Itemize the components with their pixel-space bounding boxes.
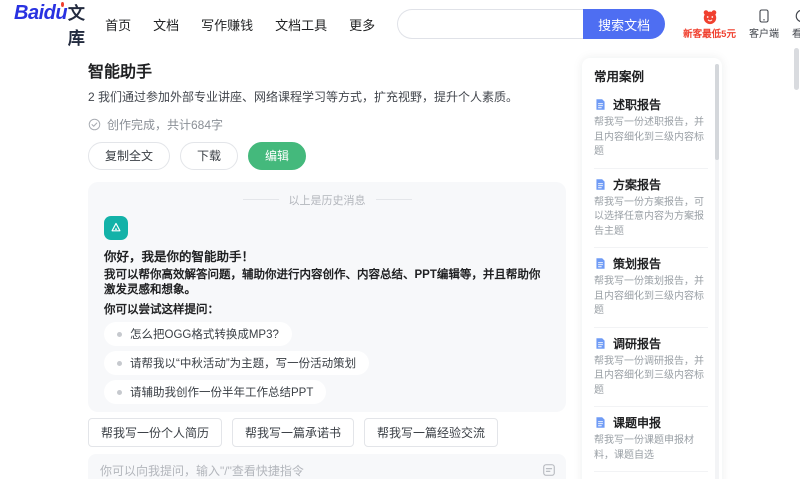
quick-chip-commitment-letter[interactable]: 帮我写一篇承诺书 (232, 418, 355, 448)
new-user-promo[interactable]: 新客最低5元 (683, 9, 736, 40)
case-item-research-report[interactable]: 调研报告 帮我写一份调研报告，并且内容细化到三级内容标题 (594, 328, 708, 407)
top-navigation-bar: Bai du 文库 首页 文档 写作赚钱 文档工具 更多 搜索文档 新客最低5元 (0, 0, 800, 48)
bullet-dot (117, 331, 122, 337)
sample-question-text: 请帮我以“中秋活动”为主题，写一份活动策划 (130, 358, 357, 371)
logo-accent-dot (61, 2, 64, 7)
sample-question-list: 怎么把OGG格式转换成MP3? 请帮我以“中秋活动”为主题，写一份活动策划 请辅… (104, 322, 550, 405)
header-right-actions: 新客最低5元 客户端 看过 (683, 8, 800, 40)
search-button[interactable]: 搜索文档 (583, 9, 666, 39)
case-list: 述职报告 帮我写一份述职报告，并且内容细化到三级内容标题 方案报告 帮我写一份方… (594, 89, 708, 479)
primary-nav: 首页 文档 写作赚钱 文档工具 更多 (105, 15, 375, 34)
page-body: 智能助手 2 我们通过参加外部专业讲座、网络课程学习等方式，扩充视野，提升个人素… (0, 48, 800, 479)
case-title: 策划报告 (613, 257, 662, 271)
case-item-project-application[interactable]: 课题申报 帮我写一份课题申报材料，课题自选 (594, 407, 708, 472)
bullet-dot (117, 389, 122, 395)
sample-question-text: 怎么把OGG格式转换成MP3? (130, 329, 279, 342)
sidebar-title: 常用案例 (594, 70, 645, 84)
clock-icon (795, 9, 800, 23)
case-desc: 帮我写一份调研报告，并且内容细化到三级内容标题 (594, 355, 704, 396)
bullet-dot (117, 360, 122, 366)
search-input[interactable] (397, 9, 584, 39)
check-circle-icon (88, 118, 101, 130)
case-desc: 帮我写一份方案报告，可以选择任意内容为方案报告主题 (594, 196, 704, 237)
document-icon (596, 337, 605, 349)
case-title: 方案报告 (613, 177, 662, 192)
client-entry[interactable]: 客户端 (749, 8, 779, 40)
divider-line-left (242, 199, 279, 201)
search-bar: 搜索文档 (397, 9, 666, 39)
nav-item-more[interactable]: 更多 (349, 15, 375, 34)
sample-question-ogg-to-mp3[interactable]: 怎么把OGG格式转换成MP3? (104, 322, 292, 347)
copy-all-button[interactable]: 复制全文 (88, 141, 171, 170)
sidebar-scrollbar-thumb[interactable] (715, 64, 719, 160)
client-label: 客户端 (748, 29, 779, 40)
promo-label: 新客最低5元 (683, 28, 736, 40)
document-icon (596, 258, 605, 269)
window-scrollbar-thumb[interactable] (794, 48, 799, 90)
seen-label: 看过 (791, 29, 800, 40)
assistant-logo-icon (111, 222, 121, 231)
document-icon (596, 178, 605, 190)
history-divider: 以上是历史消息 (104, 192, 550, 208)
case-title: 述职报告 (613, 98, 662, 112)
case-item-plan-report[interactable]: 方案报告 帮我写一份方案报告，可以选择任意内容为方案报告主题 (594, 169, 708, 248)
logo-text-bai: Bai (14, 2, 44, 24)
nav-item-write-to-earn[interactable]: 写作赚钱 (201, 15, 253, 34)
case-title: 课题申报 (613, 416, 662, 430)
welcome-hint: 你可以尝试这样提问： (104, 304, 219, 317)
quick-chip-row: 帮我写一份个人简历 帮我写一篇承诺书 帮我写一篇经验交流 (88, 418, 566, 448)
quick-chip-resume[interactable]: 帮我写一份个人简历 (88, 418, 223, 448)
composer: 0/400 (88, 454, 566, 479)
assistant-avatar (104, 215, 128, 240)
case-item-work-report[interactable]: 工作报告 帮我写一份工作报告，工作类型随机 (594, 472, 708, 479)
edit-button[interactable]: 编辑 (248, 141, 307, 170)
baidu-wenku-logo[interactable]: Bai du 文库 (14, 0, 87, 49)
logo-text-wenku: 文库 (67, 4, 85, 48)
history-divider-text: 以上是历史消息 (288, 194, 366, 207)
sample-question-midautumn-plan[interactable]: 请帮我以“中秋活动”为主题，写一份活动策划 (104, 351, 370, 376)
window-scrollbar[interactable] (794, 48, 799, 479)
sample-question-halfyear-ppt[interactable]: 请辅助我创作一份半年工作总结PPT (104, 380, 327, 405)
answer-action-buttons: 复制全文 下载 编辑 (88, 141, 566, 170)
page-title: 智能助手 (88, 64, 153, 81)
nav-item-documents[interactable]: 文档 (153, 15, 179, 34)
welcome-greeting: 你好，我是你的智能助手！ (104, 249, 255, 264)
sample-question-text: 请辅助我创作一份半年工作总结PPT (130, 387, 314, 400)
download-button[interactable]: 下载 (180, 141, 239, 170)
common-cases-sidebar: 常用案例 述职报告 帮我写一份述职报告，并且内容细化到三级内容标题 方案报告 帮… (582, 58, 722, 479)
case-desc: 帮我写一份策划报告，并且内容细化到三级内容标题 (594, 276, 704, 316)
promo-mascot-icon (703, 9, 716, 24)
previous-answer-tail: 2 我们通过参加外部专业讲座、网络课程学习等方式，扩充视野，提升个人素质。 (88, 90, 519, 104)
case-desc: 帮我写一份课题申报材料，课题自选 (594, 435, 694, 461)
quick-command-icon[interactable] (542, 463, 556, 477)
phone-icon (759, 9, 769, 23)
document-icon (596, 99, 605, 110)
case-desc: 帮我写一份述职报告，并且内容细化到三级内容标题 (594, 117, 704, 157)
case-item-planning-report[interactable]: 策划报告 帮我写一份策划报告，并且内容细化到三级内容标题 (594, 248, 708, 328)
assistant-main-panel: 智能助手 2 我们通过参加外部专业讲座、网络课程学习等方式，扩充视野，提升个人素… (88, 58, 566, 479)
nav-item-home[interactable]: 首页 (105, 15, 131, 34)
assistant-welcome-message: 你好，我是你的智能助手！ 我可以帮你高效解答问题，辅助你进行内容创作、内容总结、… (104, 215, 550, 405)
welcome-intro: 我可以帮你高效解答问题，辅助你进行内容创作、内容总结、PPT编辑等，并且帮助你激… (104, 268, 541, 296)
sidebar-scrollbar[interactable] (715, 64, 719, 479)
quick-chip-experience-exchange[interactable]: 帮我写一篇经验交流 (364, 418, 499, 448)
nav-item-doc-tools[interactable]: 文档工具 (275, 15, 327, 34)
document-icon (596, 417, 605, 428)
question-input[interactable] (100, 462, 536, 479)
history-entry[interactable]: 看过 (792, 8, 800, 40)
case-item-debrief-report[interactable]: 述职报告 帮我写一份述职报告，并且内容细化到三级内容标题 (594, 89, 708, 169)
chat-history-area: 以上是历史消息 你好，我是你的智能助手！ 我可以帮你高效解答问题，辅助你进行内容… (88, 181, 566, 413)
creation-status: 创作完成，共计684字 (88, 116, 566, 133)
creation-status-text: 创作完成，共计684字 (107, 117, 224, 132)
case-title: 调研报告 (613, 336, 662, 351)
divider-line-right (375, 199, 412, 201)
